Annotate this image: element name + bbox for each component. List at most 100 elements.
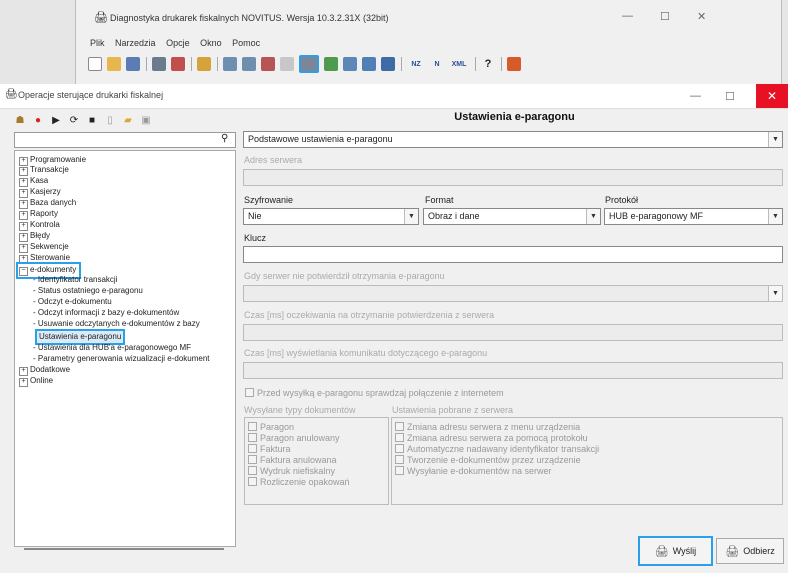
tree-item[interactable]: + Online bbox=[19, 376, 53, 387]
tree-item[interactable]: + Raporty bbox=[19, 209, 58, 220]
tree-child[interactable]: - Odczyt informacji z bazy e-dokumentów bbox=[33, 308, 179, 318]
n-button[interactable]: N bbox=[430, 57, 444, 71]
printer-error-icon[interactable] bbox=[171, 57, 185, 71]
menu-opcje[interactable]: Opcje bbox=[166, 38, 190, 48]
save-icon[interactable] bbox=[126, 57, 140, 71]
pencil-icon[interactable] bbox=[507, 57, 521, 71]
tree-child[interactable]: - Status ostatniego e-paragonu bbox=[33, 286, 143, 296]
server-setting-checkbox[interactable]: Tworzenie e-dokumentów przez urządzenie bbox=[395, 455, 581, 465]
receive-button[interactable]: 🖨 Odbierz bbox=[716, 538, 784, 564]
server-setting-checkbox[interactable]: Zmiana adresu serwera z menu urządzenia bbox=[395, 422, 580, 432]
not-confirmed-select[interactable]: ▼ bbox=[243, 285, 783, 302]
main-window-title: Operacje sterujące drukarki fiskalnej bbox=[18, 90, 164, 100]
key-label: Klucz bbox=[244, 233, 267, 243]
new-document-icon[interactable] bbox=[88, 57, 102, 71]
format-label: Format bbox=[425, 195, 454, 205]
tree-child[interactable]: - Odczyt e-dokumentu bbox=[33, 297, 112, 307]
cashier-icon[interactable]: ☗ bbox=[14, 114, 26, 126]
doc-type-checkbox[interactable]: Paragon anulowany bbox=[248, 433, 340, 443]
xml-button[interactable]: XML bbox=[449, 57, 469, 71]
settings-title: Ustawienia e-paragonu bbox=[454, 111, 575, 123]
main-close-button[interactable]: ✕ bbox=[756, 84, 788, 108]
send-printer-icon: 🖨 bbox=[654, 545, 669, 558]
help-button[interactable]: ? bbox=[481, 57, 495, 71]
main-maximize-button[interactable]: ☐ bbox=[725, 90, 735, 103]
minimize-button[interactable]: — bbox=[622, 10, 633, 22]
ticket-icon[interactable] bbox=[381, 57, 395, 71]
encryption-label: Szyfrowanie bbox=[244, 195, 294, 205]
category-select[interactable]: Podstawowe ustawienia e-paragonu ▼ bbox=[243, 131, 783, 148]
close-button[interactable]: ✕ bbox=[697, 10, 706, 23]
tree-child[interactable]: - Ustawienia dla HUB'a e-paragonowego MF bbox=[33, 343, 191, 353]
server-setting-checkbox[interactable]: Wysyłanie e-dokumentów na serwer bbox=[395, 466, 551, 476]
reports-icon[interactable] bbox=[261, 57, 275, 71]
play-icon[interactable]: ▶ bbox=[50, 114, 62, 126]
protocol-select[interactable]: HUB e-paragonowy MF ▼ bbox=[604, 208, 783, 225]
record-icon[interactable]: ● bbox=[32, 114, 44, 126]
printer-tool-icon[interactable] bbox=[152, 57, 166, 71]
tree-child[interactable]: - Usuwanie odczytanych e-dokumentów z ba… bbox=[33, 319, 200, 329]
nz-button[interactable]: NZ bbox=[407, 57, 425, 71]
display-time-input[interactable] bbox=[243, 362, 783, 379]
send-button[interactable]: 🖨 Wyślij bbox=[638, 536, 713, 566]
not-confirmed-label: Gdy serwer nie potwierdził otrzymania e-… bbox=[244, 271, 445, 281]
disabled-tool-icon bbox=[280, 57, 294, 71]
tree-item[interactable]: + Baza danych bbox=[19, 198, 76, 209]
display-time-label: Czas [ms] wyświetlania komunikatu dotycz… bbox=[244, 348, 488, 358]
menu-narzedzia[interactable]: Narzedzia bbox=[115, 38, 156, 48]
tree-item[interactable]: + Kasa bbox=[19, 176, 48, 187]
doc-type-checkbox[interactable]: Faktura anulowana bbox=[248, 455, 337, 465]
menu-okno[interactable]: Okno bbox=[200, 38, 222, 48]
wait-time-input[interactable] bbox=[243, 324, 783, 341]
encryption-select[interactable]: Nie ▼ bbox=[243, 208, 419, 225]
menu-plik[interactable]: Plik bbox=[90, 38, 105, 48]
doc-type-checkbox[interactable]: Rozliczenie opakowań bbox=[248, 477, 350, 487]
fiscal-operations-icon[interactable] bbox=[299, 55, 319, 73]
tree-child[interactable]: - Identyfikator transakcji bbox=[33, 275, 117, 285]
document-icon[interactable]: ▯ bbox=[104, 114, 116, 126]
doc-type-checkbox[interactable]: Paragon bbox=[248, 422, 294, 432]
open-folder-icon[interactable] bbox=[107, 57, 121, 71]
doc-types-label: Wysyłane typy dokumentów bbox=[244, 405, 356, 415]
doc-type-checkbox[interactable]: Wydruk niefiskalny bbox=[248, 466, 335, 476]
cashier-icon[interactable] bbox=[197, 57, 211, 71]
menu-pomoc[interactable]: Pomoc bbox=[232, 38, 260, 48]
save-icon[interactable]: ▣ bbox=[140, 114, 152, 126]
stop-icon[interactable]: ■ bbox=[86, 114, 98, 126]
doc-type-checkbox[interactable]: Faktura bbox=[248, 444, 291, 454]
chevron-down-icon: ▼ bbox=[768, 209, 782, 224]
key-input[interactable] bbox=[243, 246, 783, 263]
receive-button-label: Odbierz bbox=[743, 546, 775, 556]
refresh-icon[interactable]: ⟳ bbox=[68, 114, 80, 126]
horizontal-scrollbar[interactable] bbox=[24, 548, 224, 550]
chevron-down-icon: ▼ bbox=[768, 132, 782, 147]
tree-item[interactable]: + Kasjerzy bbox=[19, 187, 61, 198]
search-icon[interactable]: ⚲ bbox=[221, 133, 228, 144]
server-setting-checkbox[interactable]: Automatyczne nadawany identyfikator tran… bbox=[395, 444, 599, 454]
server-address-input[interactable] bbox=[243, 169, 783, 186]
toolbar-separator bbox=[217, 57, 218, 71]
search-list-icon[interactable] bbox=[242, 57, 256, 71]
tree-item[interactable]: + Kontrola bbox=[19, 220, 60, 231]
check-connection-checkbox[interactable]: Przed wysyłką e-paragonu sprawdzaj połąc… bbox=[245, 388, 504, 398]
protocol-label: Protokół bbox=[605, 195, 639, 205]
tree-item[interactable]: + Błędy bbox=[19, 231, 50, 242]
tree-item[interactable]: + Dodatkowe bbox=[19, 365, 70, 376]
window-app-icon: 🖨 bbox=[5, 89, 18, 100]
format-select[interactable]: Obraz i dane ▼ bbox=[423, 208, 601, 225]
tree-item[interactable]: + Sekwencje bbox=[19, 242, 69, 253]
calculator-icon[interactable] bbox=[324, 57, 338, 71]
maximize-button[interactable]: ☐ bbox=[660, 10, 670, 23]
tree-child[interactable]: - Parametry generowania wizualizacji e-d… bbox=[33, 354, 210, 364]
search-printer-icon[interactable] bbox=[223, 57, 237, 71]
edit-icon[interactable] bbox=[362, 57, 376, 71]
open-folder-icon[interactable]: ▰ bbox=[122, 114, 134, 126]
tree-search-input[interactable] bbox=[14, 132, 236, 148]
send-button-label: Wyślij bbox=[672, 546, 697, 556]
settings-list-icon[interactable] bbox=[343, 57, 357, 71]
background-window-title: Diagnostyka drukarek fiskalnych NOVITUS.… bbox=[110, 13, 389, 23]
server-setting-checkbox[interactable]: Zmiana adresu serwera za pomocą protokoł… bbox=[395, 433, 588, 443]
tree-item[interactable]: + Transakcje bbox=[19, 165, 69, 176]
main-minimize-button[interactable]: — bbox=[690, 90, 701, 102]
toolbar-separator bbox=[475, 57, 476, 71]
